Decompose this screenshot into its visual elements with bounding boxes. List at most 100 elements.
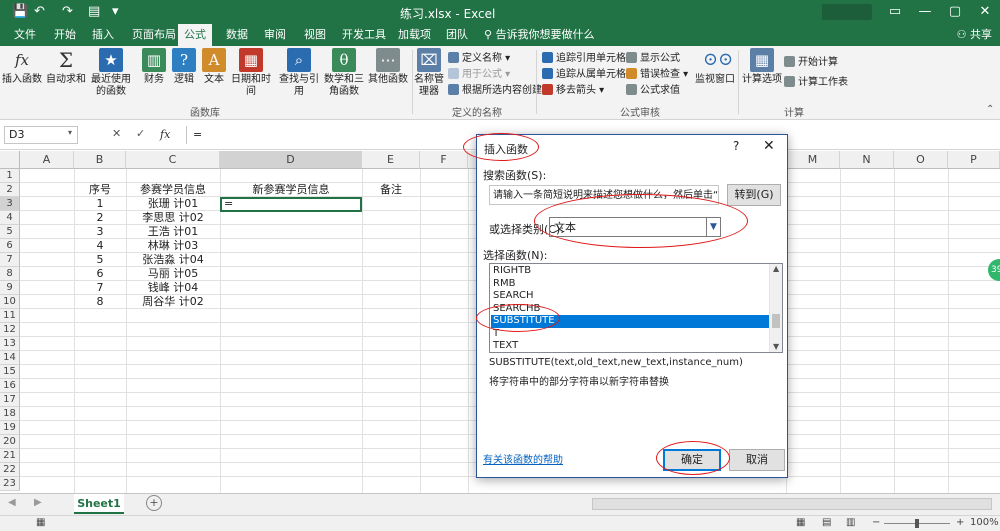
cell-seq[interactable]: 3 (74, 225, 126, 239)
row-header[interactable]: 16 (0, 379, 20, 393)
row-header[interactable]: 8 (0, 267, 20, 281)
zoom-in-icon[interactable]: + (956, 517, 964, 528)
trace-precedents-button[interactable]: 追踪引用单元格 (542, 52, 626, 66)
function-list-item[interactable]: RMB (491, 278, 769, 291)
cell-info[interactable]: 张浩淼 计04 (126, 253, 220, 267)
ribbon-display-icon[interactable]: ▭ (880, 2, 910, 22)
tab-insert[interactable]: 插入 (86, 24, 120, 46)
next-sheet-icon[interactable]: ▶ (34, 497, 42, 508)
error-checking-button[interactable]: 错误检查 ▾ (626, 68, 688, 82)
cell-info[interactable]: 周谷华 计02 (126, 295, 220, 309)
tab-view[interactable]: 视图 (298, 24, 332, 46)
function-list-scrollbar[interactable]: ▲ ▼ (769, 264, 782, 352)
function-list-item[interactable]: RIGHTB (491, 265, 769, 278)
remove-arrows-button[interactable]: 移去箭头 ▾ (542, 84, 604, 98)
column-header[interactable]: D (220, 151, 362, 169)
add-sheet-icon[interactable]: + (146, 495, 162, 511)
tell-me-box[interactable]: ⚲ 告诉我你想要做什么 (484, 24, 595, 46)
redo-icon[interactable]: ↷ (62, 4, 73, 19)
row-header[interactable]: 18 (0, 407, 20, 421)
customize-qat-icon[interactable]: ▾ (112, 4, 119, 19)
tab-addins[interactable]: 加载项 (392, 24, 437, 46)
zoom-out-icon[interactable]: − (872, 517, 880, 528)
function-list-item[interactable]: TEXT (491, 340, 769, 353)
row-header[interactable]: 3 (0, 197, 20, 211)
column-header[interactable]: F (420, 151, 468, 169)
cancel-entry-icon[interactable]: ✕ (112, 127, 121, 140)
tab-data[interactable]: 数据 (220, 24, 254, 46)
dialog-close-icon[interactable]: ✕ (763, 138, 775, 154)
watch-window-button[interactable]: ⊙⊙ 监视窗口 (694, 48, 736, 86)
cell-b2[interactable]: 序号 (74, 183, 126, 197)
row-header[interactable]: 14 (0, 351, 20, 365)
row-header[interactable]: 9 (0, 281, 20, 295)
cell-seq[interactable]: 4 (74, 239, 126, 253)
tab-file[interactable]: 文件 (8, 24, 42, 46)
cell-seq[interactable]: 8 (74, 295, 126, 309)
row-header[interactable]: 2 (0, 183, 20, 197)
insert-function-fx-icon[interactable]: fx (160, 128, 170, 141)
math-trig-button[interactable]: θ 数学和三角函数 (324, 48, 364, 98)
show-formulas-button[interactable]: 显示公式 (626, 52, 680, 66)
row-header[interactable]: 20 (0, 435, 20, 449)
share-button[interactable]: ⚇ 共享 (957, 24, 992, 46)
cell-seq[interactable]: 1 (74, 197, 126, 211)
define-name-button[interactable]: 定义名称 ▾ (448, 52, 510, 66)
row-header[interactable]: 10 (0, 295, 20, 309)
column-header[interactable]: O (894, 151, 948, 169)
cell-info[interactable]: 王浩 计01 (126, 225, 220, 239)
column-header[interactable]: A (20, 151, 74, 169)
insert-function-button[interactable]: fx 插入函数 (2, 48, 42, 86)
cell-d2[interactable]: 新参赛学员信息 (220, 183, 362, 197)
cell-e2[interactable]: 备注 (362, 183, 420, 197)
cancel-button[interactable]: 取消 (729, 449, 785, 471)
column-header[interactable]: N (840, 151, 894, 169)
create-from-selection-button[interactable]: 根据所选内容创建 (448, 84, 542, 98)
zoom-slider-thumb[interactable] (915, 519, 919, 528)
scroll-thumb[interactable] (772, 314, 780, 328)
use-in-formula-button[interactable]: 用于公式 ▾ (448, 68, 510, 82)
page-layout-view-icon[interactable]: ▤ (822, 517, 831, 528)
quick-print-icon[interactable]: ▤ (88, 4, 100, 19)
macro-record-icon[interactable]: ▦ (36, 517, 45, 528)
name-box-dropdown-icon[interactable]: ▾ (68, 128, 72, 137)
tab-home[interactable]: 开始 (48, 24, 82, 46)
undo-icon[interactable]: ↶ (34, 4, 45, 19)
row-header[interactable]: 23 (0, 477, 20, 491)
recent-functions-button[interactable]: ★ 最近使用的函数 (88, 48, 134, 98)
row-header[interactable]: 21 (0, 449, 20, 463)
cell-info[interactable]: 马丽 计05 (126, 267, 220, 281)
row-header[interactable]: 13 (0, 337, 20, 351)
cell-c2[interactable]: 参赛学员信息 (126, 183, 220, 197)
row-header[interactable]: 17 (0, 393, 20, 407)
tab-review[interactable]: 审阅 (258, 24, 292, 46)
tab-developer[interactable]: 开发工具 (336, 24, 392, 46)
scroll-up-icon[interactable]: ▲ (773, 264, 779, 273)
minimize-icon[interactable]: — (910, 2, 940, 22)
tab-team[interactable]: 团队 (440, 24, 474, 46)
column-header[interactable]: E (362, 151, 420, 169)
row-header[interactable]: 6 (0, 239, 20, 253)
horizontal-scrollbar[interactable] (592, 498, 992, 510)
prev-sheet-icon[interactable]: ◀ (8, 497, 16, 508)
zoom-level[interactable]: 100% (970, 517, 999, 528)
function-help-link[interactable]: 有关该函数的帮助 (483, 451, 563, 466)
name-box[interactable]: D3 (4, 126, 78, 144)
row-header[interactable]: 5 (0, 225, 20, 239)
sheet-tab-sheet1[interactable]: Sheet1 (74, 494, 124, 514)
active-cell-d3[interactable] (220, 197, 362, 212)
cell-seq[interactable]: 2 (74, 211, 126, 225)
name-manager-button[interactable]: ⌧ 名称管理器 (414, 48, 444, 98)
more-functions-button[interactable]: ⋯ 其他函数 (366, 48, 410, 86)
close-window-icon[interactable]: ✕ (970, 2, 1000, 22)
row-header[interactable]: 12 (0, 323, 20, 337)
row-header[interactable]: 22 (0, 463, 20, 477)
scroll-down-icon[interactable]: ▼ (773, 342, 779, 351)
column-header[interactable]: B (74, 151, 126, 169)
row-header[interactable]: 19 (0, 421, 20, 435)
collapse-ribbon-icon[interactable]: ⌃ (986, 104, 994, 115)
trace-dependents-button[interactable]: 追踪从属单元格 (542, 68, 626, 82)
autosum-button[interactable]: Σ 自动求和 (46, 48, 86, 86)
cell-seq[interactable]: 7 (74, 281, 126, 295)
tab-formulas[interactable]: 公式 (178, 24, 212, 46)
